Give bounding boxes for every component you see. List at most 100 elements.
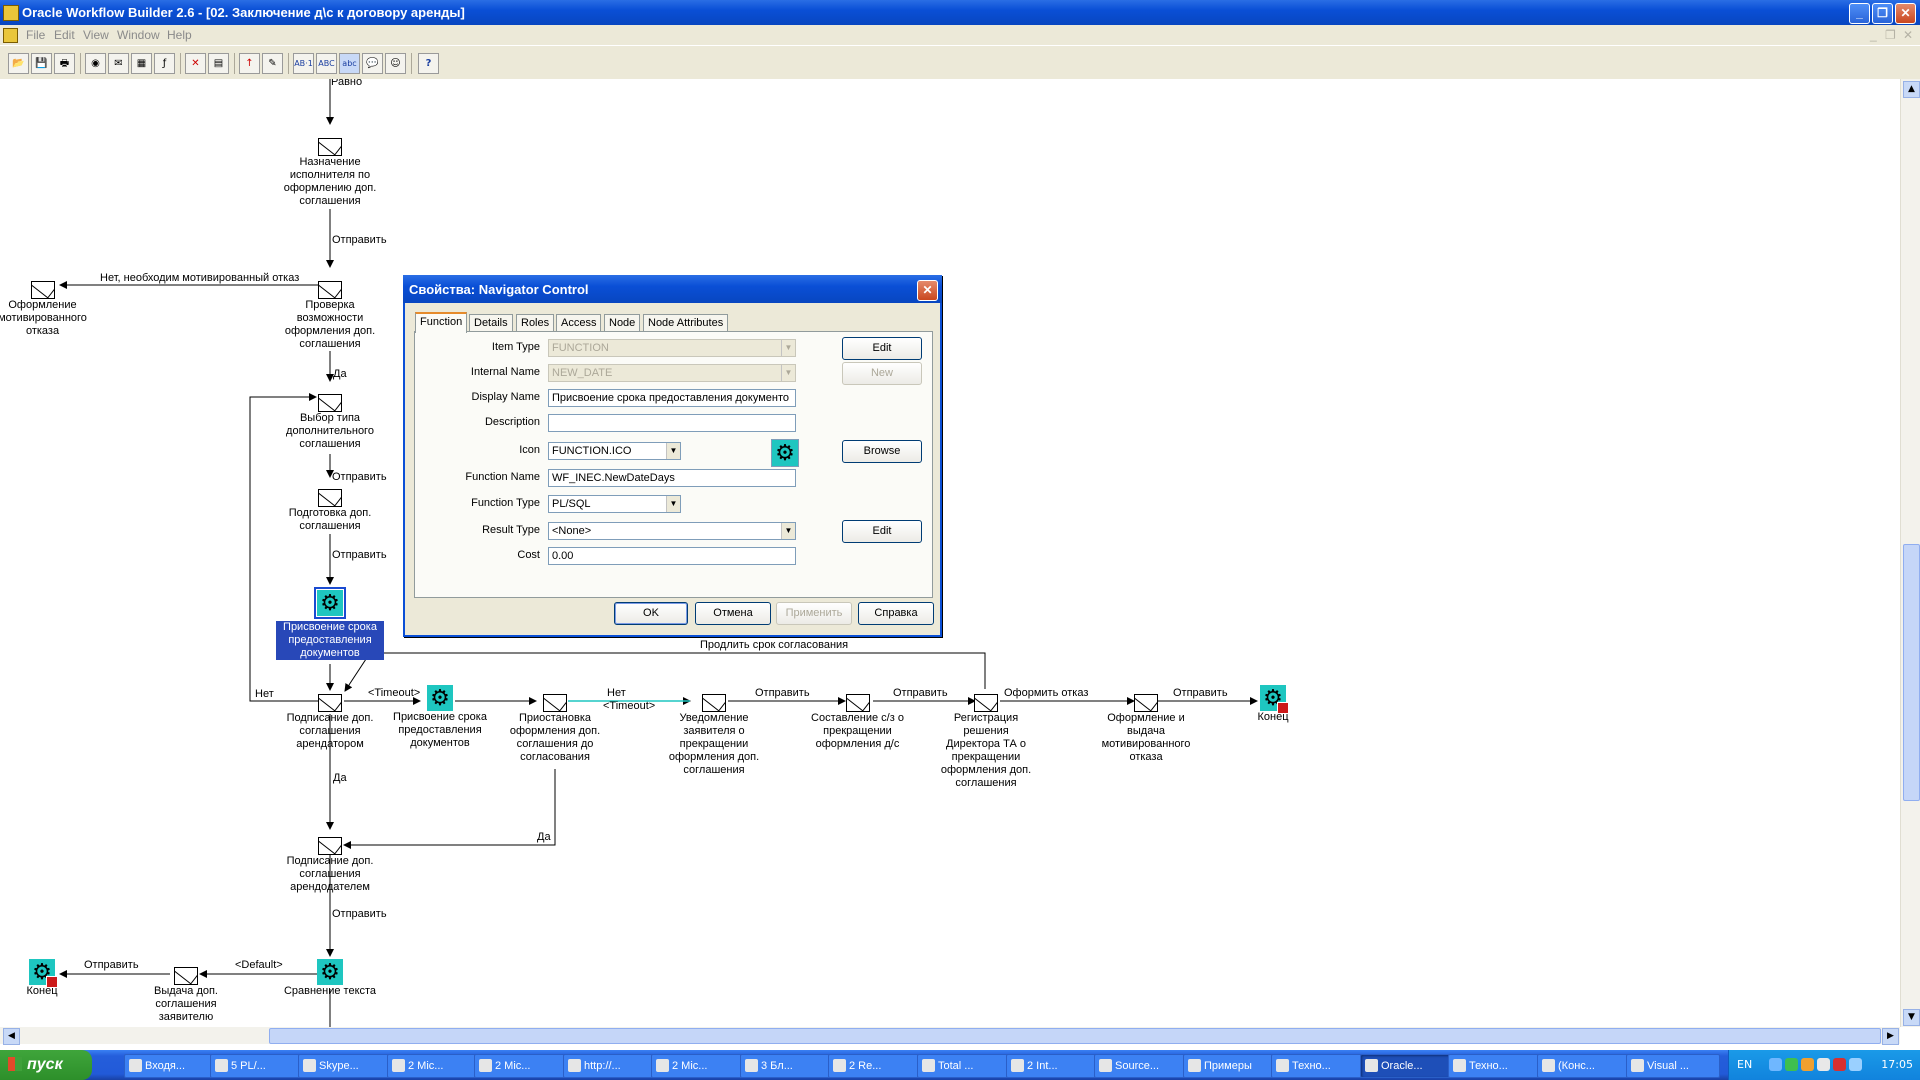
scroll-down-button[interactable]: ▼ bbox=[1903, 1009, 1920, 1026]
smiley-icon[interactable]: ☺ bbox=[385, 53, 406, 74]
horizontal-scroll-thumb[interactable] bbox=[269, 1028, 1881, 1044]
tab-details[interactable]: Details bbox=[469, 314, 513, 331]
description-field[interactable] bbox=[548, 414, 796, 432]
start-button[interactable]: пуск bbox=[0, 1050, 92, 1080]
menu-help[interactable]: Help bbox=[167, 28, 192, 42]
restore-button[interactable]: ❐ bbox=[1872, 3, 1893, 24]
abc-upper-icon[interactable]: ABC bbox=[316, 53, 337, 74]
tray-app-icon[interactable] bbox=[1785, 1058, 1798, 1071]
menu-edit[interactable]: Edit bbox=[54, 28, 75, 42]
node-assign-executor[interactable]: Назначение исполнителя по оформлению доп… bbox=[280, 138, 380, 208]
taskbar-item[interactable]: http://... bbox=[563, 1054, 657, 1078]
arrow-icon[interactable]: ↑ bbox=[239, 53, 260, 74]
tab-function[interactable]: Function bbox=[415, 312, 468, 333]
taskbar-item[interactable]: 5 PL/... bbox=[210, 1054, 304, 1078]
taskbar-item[interactable]: 2 Mic... bbox=[474, 1054, 568, 1078]
menu-view[interactable]: View bbox=[83, 28, 109, 42]
node-issue-refusal[interactable]: Оформление и выдача мотивированного отка… bbox=[1096, 694, 1196, 764]
node-compare-text[interactable]: ⚙ Сравнение текста bbox=[275, 959, 385, 998]
function-name-field[interactable]: WF_INEC.NewDateDays bbox=[548, 469, 796, 487]
ab1-icon[interactable]: AB·1 bbox=[293, 53, 314, 74]
tray-app-icon[interactable] bbox=[1769, 1058, 1782, 1071]
document-icon[interactable] bbox=[3, 28, 18, 43]
tab-access[interactable]: Access bbox=[556, 314, 602, 331]
node-sign-tenant[interactable]: Подписание доп. соглашения арендатором bbox=[280, 694, 380, 751]
dialog-title-bar[interactable]: Свойства: Navigator Control ✕ bbox=[403, 275, 942, 303]
tray-app-icon[interactable] bbox=[1833, 1058, 1846, 1071]
save-icon[interactable]: 💾 bbox=[31, 53, 52, 74]
function-type-select[interactable]: PL/SQL ▼ bbox=[548, 495, 681, 513]
node-issue-agreement[interactable]: Выдача доп. соглашения заявителю bbox=[136, 967, 236, 1024]
open-icon[interactable]: 📂 bbox=[8, 53, 29, 74]
vertical-scroll-thumb[interactable] bbox=[1903, 544, 1920, 801]
mdi-restore-button[interactable]: ❐ bbox=[1885, 28, 1896, 42]
tab-roles[interactable]: Roles bbox=[516, 314, 555, 331]
taskbar-item[interactable]: Source... bbox=[1094, 1054, 1188, 1078]
tab-node-attributes[interactable]: Node Attributes bbox=[643, 314, 729, 331]
print-icon[interactable]: 🖶 bbox=[54, 53, 75, 74]
comment-icon[interactable]: 💬 bbox=[362, 53, 383, 74]
display-name-field[interactable]: Присвоение срока предоставления документ… bbox=[548, 389, 796, 407]
cost-field[interactable]: 0.00 bbox=[548, 547, 796, 565]
node-assign-term-selected[interactable]: ⚙ Присвоение срока предоставления докуме… bbox=[276, 587, 384, 660]
taskbar-item[interactable]: 3 Бл... bbox=[740, 1054, 834, 1078]
taskbar-item[interactable]: Visual ... bbox=[1626, 1054, 1720, 1078]
icon-select[interactable]: FUNCTION.ICO ▼ bbox=[548, 442, 681, 460]
edit-icon[interactable]: ✎ bbox=[262, 53, 283, 74]
dialog-close-button[interactable]: ✕ bbox=[917, 280, 938, 301]
taskbar-item[interactable]: Skype... bbox=[298, 1054, 392, 1078]
language-indicator[interactable]: EN bbox=[1737, 1058, 1752, 1071]
properties-icon[interactable]: ▤ bbox=[208, 53, 229, 74]
taskbar-item[interactable]: 2 Mic... bbox=[651, 1054, 745, 1078]
taskbar-item[interactable]: Входя... bbox=[124, 1054, 218, 1078]
item-type-edit-button[interactable]: Edit bbox=[842, 337, 922, 360]
node-check-possibility[interactable]: Проверка возможности оформления доп. сог… bbox=[280, 281, 380, 351]
result-type-edit-button[interactable]: Edit bbox=[842, 520, 922, 543]
node-choose-type[interactable]: Выбор типа дополнительного соглашения bbox=[280, 394, 380, 451]
taskbar-item[interactable]: 2 Re... bbox=[828, 1054, 922, 1078]
tray-app-icon[interactable] bbox=[1817, 1058, 1830, 1071]
menu-file[interactable]: File bbox=[26, 28, 45, 42]
cancel-button[interactable]: Отмена bbox=[695, 602, 771, 625]
find-icon[interactable]: ◉ bbox=[85, 53, 106, 74]
tray-app-icon[interactable] bbox=[1801, 1058, 1814, 1071]
node-assign-term[interactable]: ⚙ Присвоение срока предоставления докуме… bbox=[390, 685, 490, 750]
mdi-minimize-button[interactable]: _ bbox=[1870, 28, 1877, 42]
node-suspend[interactable]: Приостановка оформления доп. соглашения … bbox=[505, 694, 605, 764]
node-end-1[interactable]: ⚙ Конец bbox=[1243, 685, 1303, 724]
vertical-scrollbar[interactable]: ▲ ▼ bbox=[1900, 79, 1920, 1027]
apply-button[interactable]: Применить bbox=[776, 602, 852, 625]
tab-node[interactable]: Node bbox=[604, 314, 641, 331]
node-motivated-refusal[interactable]: Оформление мотивированного отказа bbox=[0, 281, 95, 338]
abc-lower-icon[interactable]: abc bbox=[339, 53, 360, 74]
diagram-canvas[interactable]: Равно Назначение исполнителя по оформлен… bbox=[0, 79, 1900, 1027]
close-button[interactable]: ✕ bbox=[1895, 3, 1916, 24]
help-button[interactable]: Справка bbox=[858, 602, 934, 625]
menu-window[interactable]: Window bbox=[117, 28, 160, 42]
taskbar-item[interactable]: (Конс... bbox=[1537, 1054, 1631, 1078]
tray-app-icon[interactable] bbox=[1849, 1058, 1862, 1071]
help-icon[interactable]: ? bbox=[418, 53, 439, 74]
taskbar-item-active[interactable]: Oracle... bbox=[1360, 1054, 1454, 1078]
lookup-icon[interactable]: ▦ bbox=[131, 53, 152, 74]
taskbar-item[interactable]: Техно... bbox=[1271, 1054, 1365, 1078]
minimize-button[interactable]: _ bbox=[1849, 3, 1870, 24]
node-sign-landlord[interactable]: Подписание доп. соглашения арендодателем bbox=[280, 837, 380, 894]
taskbar-item[interactable]: Total ... bbox=[917, 1054, 1011, 1078]
node-compose-memo[interactable]: Составление с/з о прекращении оформления… bbox=[800, 694, 915, 751]
node-register-decision[interactable]: Регистрация решения Директора ТА о прекр… bbox=[936, 694, 1036, 790]
taskbar-item[interactable]: Примеры bbox=[1183, 1054, 1277, 1078]
ok-button[interactable]: OK bbox=[614, 602, 688, 625]
node-end-2[interactable]: ⚙ Конец bbox=[12, 959, 72, 998]
function-icon[interactable]: ƒ bbox=[154, 53, 175, 74]
browse-button[interactable]: Browse bbox=[842, 440, 922, 463]
new-button[interactable]: New bbox=[842, 362, 922, 385]
taskbar-item[interactable]: 2 Mic... bbox=[387, 1054, 481, 1078]
taskbar-item[interactable]: Техно... bbox=[1448, 1054, 1542, 1078]
scroll-right-button[interactable]: ▶ bbox=[1882, 1028, 1899, 1045]
taskbar-item[interactable]: 2 Int... bbox=[1006, 1054, 1100, 1078]
node-prepare-agreement[interactable]: Подготовка доп. соглашения bbox=[280, 489, 380, 533]
mdi-close-button[interactable]: ✕ bbox=[1903, 28, 1913, 42]
horizontal-scrollbar[interactable]: ◀ ▶ bbox=[0, 1027, 1900, 1045]
window-title-bar[interactable]: Oracle Workflow Builder 2.6 - [02. Заклю… bbox=[0, 0, 1920, 25]
